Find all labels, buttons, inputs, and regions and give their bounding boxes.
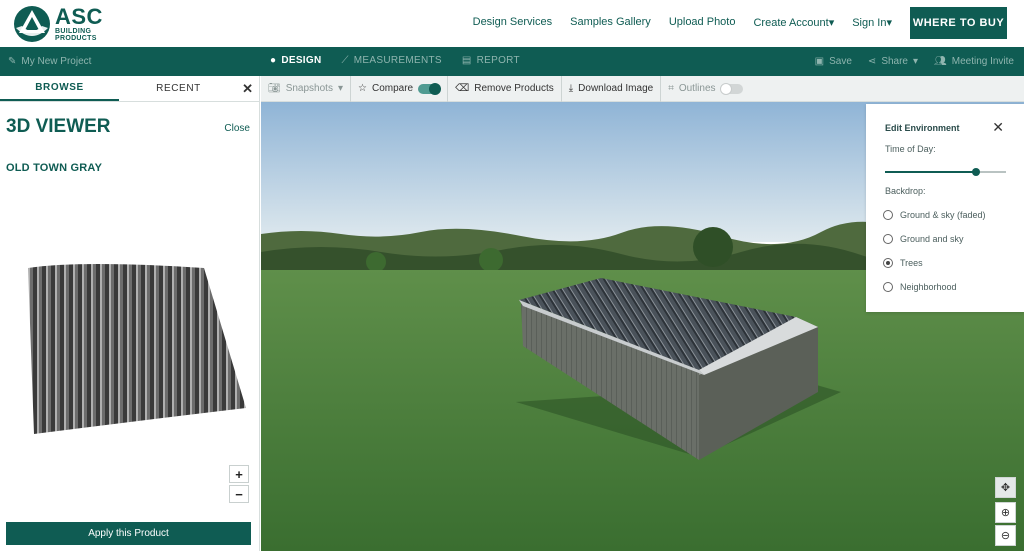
backdrop-option-label: Neighborhood <box>900 282 957 292</box>
nav-create-account[interactable]: Create Account▾ <box>753 16 834 29</box>
main-bar: ✎ My New Project ● DESIGN ⟋ MEASUREMENTS… <box>0 47 1024 76</box>
scene-toolbar: 📷︎ Snapshots ▾ ☆ Compare ⌫ Remove Produc… <box>261 75 1024 102</box>
tree <box>693 227 733 267</box>
viewer-close-link[interactable]: Close <box>224 123 250 134</box>
toggle-knob <box>719 82 732 95</box>
tab-report-label: REPORT <box>476 55 520 66</box>
zoom-in-icon[interactable]: ⊕ <box>995 502 1016 523</box>
brand-logo[interactable]: ASC BUILDING PRODUCTS <box>12 4 107 44</box>
time-of-day-slider[interactable] <box>885 168 1006 176</box>
tab-design[interactable]: ● DESIGN <box>270 55 321 66</box>
left-tabs: BROWSE RECENT ✕ <box>0 76 259 102</box>
download-image-button[interactable]: ⤓ Download Image <box>562 75 662 102</box>
project-name-label: My New Project <box>21 56 92 67</box>
main-tabs: ● DESIGN ⟋ MEASUREMENTS ▤ REPORT <box>270 55 520 66</box>
brand-name: ASC <box>55 4 103 29</box>
slider-fill <box>885 171 976 173</box>
preview-zoom-in-button[interactable]: + <box>229 465 249 483</box>
bush <box>479 248 503 272</box>
apply-product-button[interactable]: Apply this Product <box>6 522 251 545</box>
compare-label: Compare <box>371 83 414 94</box>
bush <box>366 252 386 272</box>
snapshots-dropdown[interactable]: 📷︎ Snapshots ▾ <box>261 75 351 102</box>
star-icon: ☆ <box>358 83 367 94</box>
where-to-buy-button[interactable]: WHERE TO BUY <box>910 7 1007 39</box>
remove-products-label: Remove Products <box>474 83 554 94</box>
save-label: Save <box>829 56 852 67</box>
edit-environment-panel: Edit Environment ✕ Time of Day: Backdrop… <box>866 104 1024 312</box>
nav-sign-in[interactable]: Sign In▾ <box>852 16 892 29</box>
zoom-out-icon[interactable]: ⊖ <box>995 525 1016 546</box>
close-icon[interactable]: ✕ <box>242 81 253 97</box>
brand-sub1: BUILDING <box>55 28 92 35</box>
backdrop-label: Backdrop: <box>885 186 926 196</box>
slider-thumb[interactable] <box>971 168 980 176</box>
eraser-icon: ⌫ <box>455 83 470 94</box>
toggle-knob <box>429 82 442 95</box>
nav-samples-gallery[interactable]: Samples Gallery <box>570 16 651 29</box>
camera-icon: 📷︎ <box>268 83 281 94</box>
meeting-invite-label: Meeting Invite <box>951 56 1014 67</box>
outlines-icon: ⌗ <box>668 83 674 94</box>
download-icon: ⤓ <box>568 83 574 94</box>
time-of-day-label: Time of Day: <box>885 144 936 154</box>
env-title: Edit Environment <box>885 123 960 133</box>
report-icon: ▤ <box>461 55 472 66</box>
backdrop-option-label: Ground & sky (faded) <box>900 210 986 220</box>
brand-logo-icon <box>14 6 50 42</box>
left-panel: BROWSE RECENT ✕ 3D VIEWER Close OLD TOWN… <box>0 76 260 551</box>
nav-upload-photo[interactable]: Upload Photo <box>669 16 736 29</box>
compare-toggle[interactable] <box>418 82 442 95</box>
radio-button[interactable] <box>883 258 893 268</box>
backdrop-option-neighborhood[interactable]: Neighborhood <box>883 282 957 292</box>
share-icon: ⋖ <box>867 56 877 67</box>
chevron-down-icon: ▾ <box>913 56 919 67</box>
tab-recent[interactable]: RECENT <box>119 76 238 101</box>
tab-measurements[interactable]: ⟋ MEASUREMENTS <box>341 55 441 66</box>
backdrop-option-trees[interactable]: Trees <box>883 258 923 268</box>
radio-button[interactable] <box>883 234 893 244</box>
radio-button[interactable] <box>883 282 893 292</box>
meeting-invite-button[interactable]: 👥︎ Meeting Invite <box>934 56 1014 67</box>
tab-browse[interactable]: BROWSE <box>0 76 119 101</box>
preview-zoom-controls: + − <box>229 465 249 505</box>
tab-report[interactable]: ▤ REPORT <box>462 55 520 66</box>
compare-control[interactable]: ☆ Compare <box>351 75 449 102</box>
outlines-label: Outlines <box>678 83 716 94</box>
outlines-toggle[interactable] <box>719 82 743 95</box>
tab-design-label: DESIGN <box>281 55 322 66</box>
pencil-icon: ✎ <box>8 56 17 67</box>
download-image-label: Download Image <box>578 83 654 94</box>
nav-design-services[interactable]: Design Services <box>473 16 552 29</box>
backdrop-option-ground-sky[interactable]: Ground and sky <box>883 234 964 244</box>
corrugated-panel-shape <box>28 264 246 434</box>
users-icon: 👥︎ <box>934 56 947 67</box>
radio-button[interactable] <box>883 210 893 220</box>
save-icon: ▣ <box>814 56 825 67</box>
product-name: OLD TOWN GRAY <box>6 162 103 174</box>
tab-measurements-label: MEASUREMENTS <box>353 55 442 66</box>
top-header: ASC BUILDING PRODUCTS Design Services Sa… <box>0 0 1024 47</box>
bar-actions: ▣ Save ⋖ Share ▾ 👥︎ Meeting Invite <box>815 56 1014 67</box>
product-3d-preview[interactable] <box>24 262 246 447</box>
palette-icon: ● <box>270 55 277 66</box>
brand-sub2: PRODUCTS <box>55 35 97 42</box>
viewer-title: 3D VIEWER <box>6 116 111 137</box>
move-icon[interactable]: ✥ <box>995 477 1016 498</box>
chevron-down-icon: ▾ <box>337 83 343 94</box>
backdrop-option-label: Trees <box>900 258 923 268</box>
preview-zoom-out-button[interactable]: − <box>229 485 249 503</box>
share-button[interactable]: ⋖ Share ▾ <box>868 56 918 67</box>
remove-products-button[interactable]: ⌫ Remove Products <box>448 75 562 102</box>
top-nav: Design Services Samples Gallery Upload P… <box>473 16 892 29</box>
backdrop-option-ground-sky-faded[interactable]: Ground & sky (faded) <box>883 210 986 220</box>
ruler-icon: ⟋ <box>341 55 349 66</box>
share-label: Share <box>881 56 908 67</box>
backdrop-option-label: Ground and sky <box>900 234 964 244</box>
snapshots-label: Snapshots <box>285 83 333 94</box>
project-name[interactable]: ✎ My New Project <box>8 56 91 67</box>
outlines-control[interactable]: ⌗ Outlines <box>661 76 749 102</box>
close-icon[interactable]: ✕ <box>992 119 1004 136</box>
save-button[interactable]: ▣ Save <box>815 56 852 67</box>
